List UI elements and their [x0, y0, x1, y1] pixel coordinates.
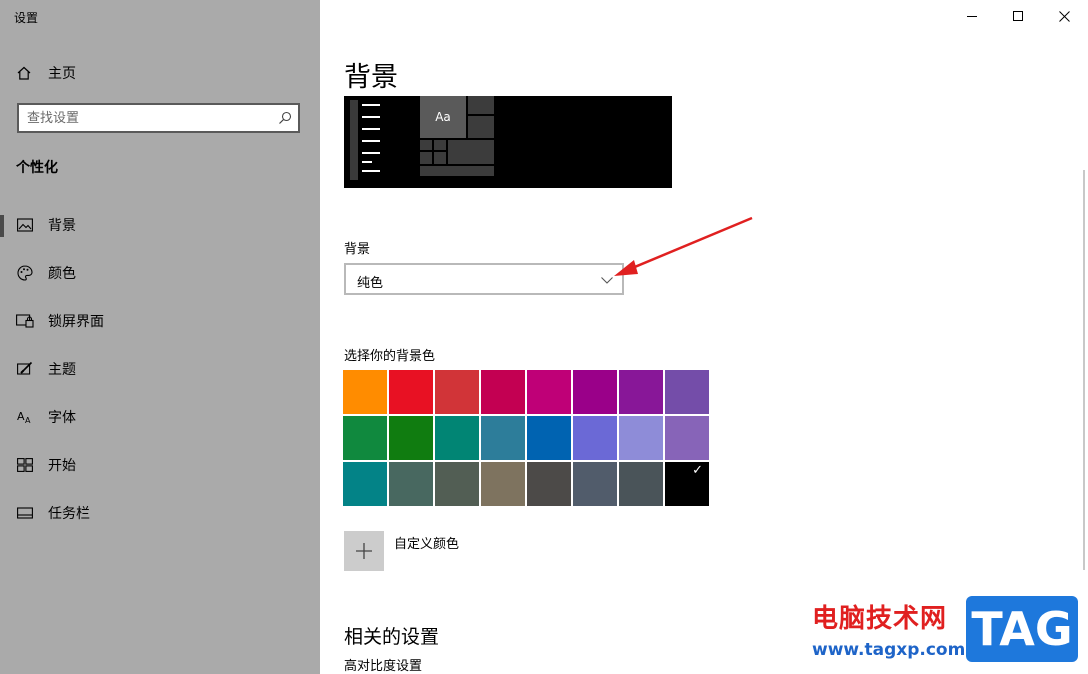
page-title: 背景 — [344, 62, 398, 93]
color-swatch[interactable] — [573, 462, 617, 506]
font-icon: AA — [16, 408, 34, 426]
color-swatch[interactable] — [389, 416, 433, 460]
sidebar-item-label: 字体 — [48, 410, 76, 426]
sidebar-item-themes[interactable]: 主题 — [0, 349, 320, 389]
color-swatch[interactable] — [619, 462, 663, 506]
color-swatch[interactable] — [573, 416, 617, 460]
minimize-button[interactable] — [949, 0, 995, 32]
sidebar-item-background[interactable]: 背景 — [0, 205, 320, 245]
color-swatch[interactable] — [665, 416, 709, 460]
color-swatch[interactable] — [619, 416, 663, 460]
lockscreen-icon — [16, 312, 34, 330]
app-title: 设置 — [14, 11, 39, 25]
watermark-site-name: 电脑技术网 — [812, 604, 948, 634]
color-swatch[interactable] — [435, 416, 479, 460]
taskbar-icon — [16, 504, 34, 522]
start-menu-preview-graphic — [350, 96, 494, 180]
color-swatch[interactable] — [343, 462, 387, 506]
picture-icon — [16, 216, 34, 234]
color-swatch-grid — [343, 370, 711, 510]
dropdown-value: 纯色 — [357, 276, 384, 291]
scrollbar[interactable] — [1083, 170, 1085, 570]
color-swatch[interactable] — [435, 370, 479, 414]
close-icon — [1058, 10, 1070, 22]
theme-brush-icon — [16, 360, 34, 378]
related-settings-title: 相关的设置 — [344, 626, 440, 648]
color-picker-label: 选择你的背景色 — [344, 349, 436, 364]
plus-icon — [356, 543, 372, 559]
custom-color-label[interactable]: 自定义颜色 — [394, 533, 459, 552]
sidebar-item-label: 开始 — [48, 458, 76, 474]
background-type-dropdown[interactable]: 纯色 — [344, 263, 624, 295]
maximize-icon — [1013, 11, 1023, 21]
sidebar-item-taskbar[interactable]: 任务栏 — [0, 493, 320, 533]
color-swatch[interactable] — [389, 462, 433, 506]
color-swatch[interactable] — [665, 370, 709, 414]
color-swatch[interactable] — [389, 370, 433, 414]
search-icon[interactable] — [278, 111, 292, 125]
color-swatch[interactable] — [435, 462, 479, 506]
svg-text:A: A — [25, 416, 31, 425]
sidebar-item-label: 锁屏界面 — [48, 314, 104, 330]
sidebar-item-label: 颜色 — [48, 266, 76, 282]
color-swatch[interactable] — [665, 462, 709, 506]
color-swatch[interactable] — [619, 370, 663, 414]
color-swatch[interactable] — [343, 370, 387, 414]
palette-icon — [16, 264, 34, 282]
sidebar: 设置 主页 个性化 背景 颜色 锁屏界面 主题 — [0, 0, 320, 674]
search-box[interactable] — [17, 103, 300, 133]
sidebar-item-colors[interactable]: 颜色 — [0, 253, 320, 293]
svg-text:A: A — [17, 410, 25, 423]
color-swatch[interactable] — [481, 370, 525, 414]
preview-sample-text: Aa — [420, 96, 466, 138]
color-swatch[interactable] — [573, 370, 617, 414]
color-swatch[interactable] — [527, 370, 571, 414]
start-grid-icon — [16, 456, 34, 474]
color-swatch[interactable] — [527, 462, 571, 506]
section-title: 个性化 — [16, 160, 58, 176]
sidebar-item-fonts[interactable]: AA 字体 — [0, 397, 320, 437]
watermark-logo: TAG — [966, 596, 1078, 662]
annotation-arrow — [614, 216, 753, 276]
sidebar-item-lockscreen[interactable]: 锁屏界面 — [0, 301, 320, 341]
home-icon — [17, 66, 31, 80]
color-swatch[interactable] — [481, 462, 525, 506]
search-input[interactable] — [27, 109, 267, 127]
home-nav-item[interactable]: 主页 — [16, 63, 76, 83]
desktop-preview: Aa — [344, 96, 672, 188]
color-swatch[interactable] — [481, 416, 525, 460]
sidebar-item-label: 任务栏 — [48, 506, 90, 522]
sidebar-item-label: 背景 — [48, 218, 76, 234]
color-swatch[interactable] — [343, 416, 387, 460]
color-swatch[interactable] — [527, 416, 571, 460]
high-contrast-settings-link[interactable]: 高对比度设置 — [344, 655, 422, 674]
home-label: 主页 — [48, 66, 76, 82]
close-button[interactable] — [1041, 0, 1087, 32]
sidebar-item-start[interactable]: 开始 — [0, 445, 320, 485]
background-label: 背景 — [344, 242, 371, 257]
watermark-site-url: www.tagxp.com — [812, 640, 966, 660]
minimize-icon — [967, 16, 977, 17]
sidebar-item-label: 主题 — [48, 362, 76, 378]
custom-color-button[interactable] — [344, 531, 384, 571]
maximize-button[interactable] — [995, 0, 1041, 32]
